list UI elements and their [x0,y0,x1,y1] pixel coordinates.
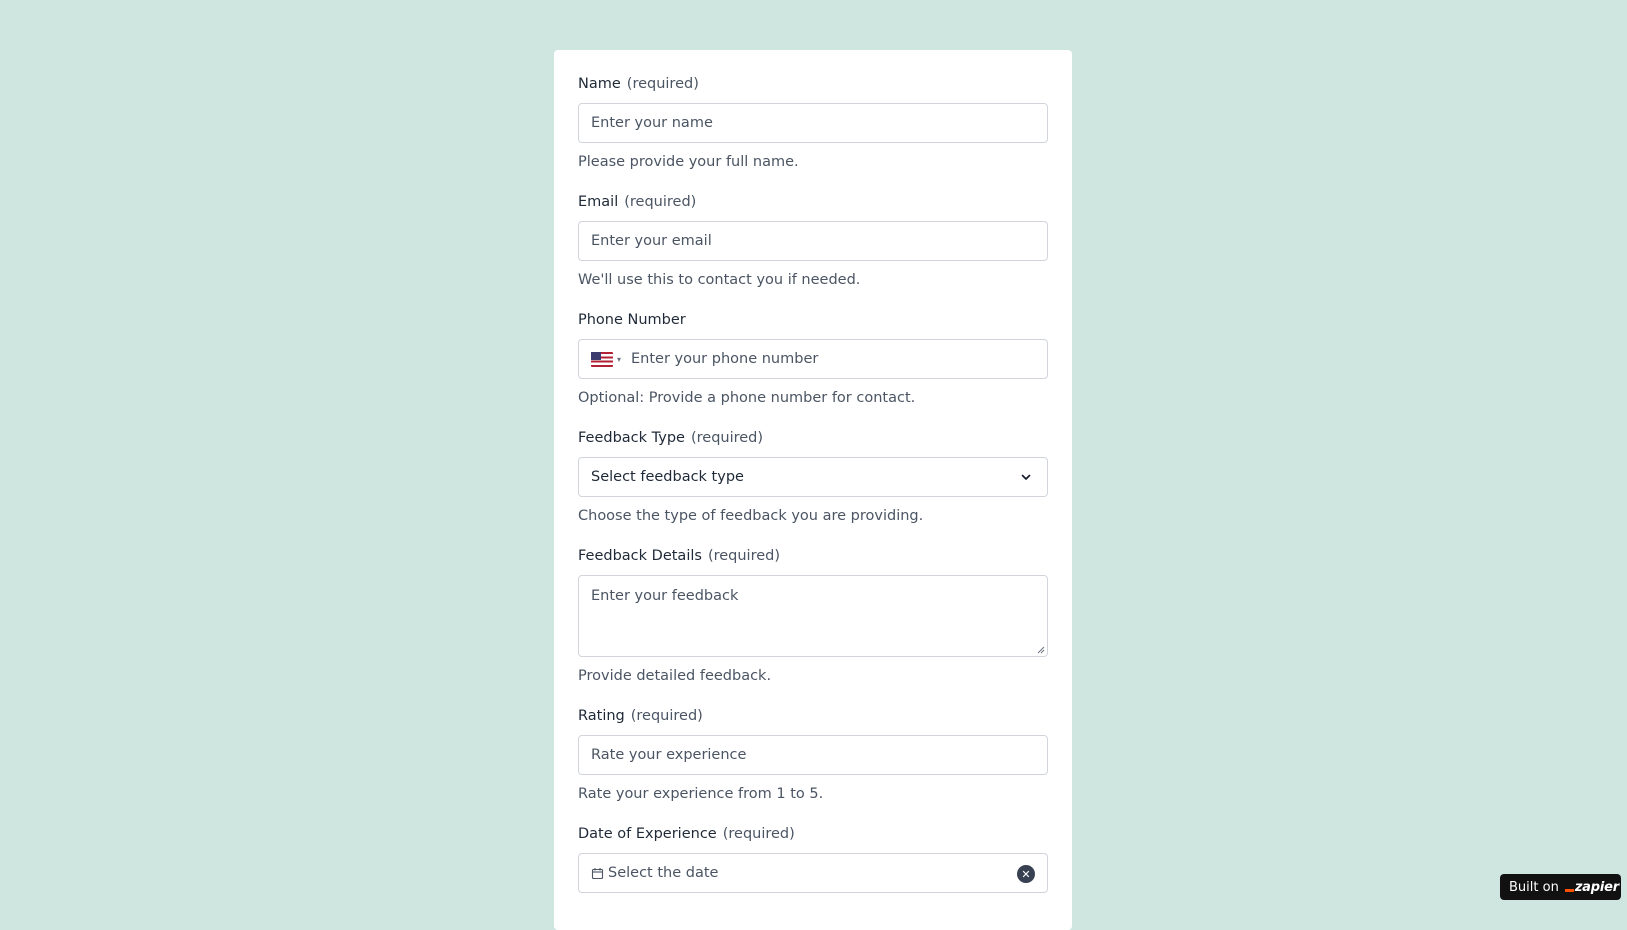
chevron-down-icon [1021,474,1031,480]
phone-help: Optional: Provide a phone number for con… [578,390,916,406]
name-label: Name [578,76,621,92]
date-label: Date of Experience [578,826,717,842]
rating-label-row: Rating (required) [578,706,1048,726]
feedback-type-select[interactable]: Select feedback type [578,457,1048,497]
name-label-row: Name (required) [578,74,1048,94]
resize-handle-icon[interactable] [1036,645,1045,654]
feedback-form: Name (required) Enter your name Please pr… [554,50,1072,930]
email-label: Email [578,194,619,210]
required-tag: (required) [624,194,697,210]
required-tag: (required) [630,708,703,724]
required-tag: (required) [707,548,781,564]
built-on-zapier-badge[interactable]: Built on zapier [1500,874,1621,900]
name-help: Please provide your full name. [578,154,799,170]
date-field: Date of Experience (required) Select the … [578,824,1048,893]
rating-input[interactable]: Rate your experience [578,735,1048,775]
email-field: Email (required) Enter your email We'll u… [578,192,1048,290]
feedback-type-help: Choose the type of feedback you are prov… [578,508,924,524]
required-tag: (required) [690,430,764,446]
rating-placeholder: Rate your experience [591,747,747,763]
date-input[interactable]: Select the date ✕ [578,853,1048,893]
feedback-details-label-row: Feedback Details (required) [578,546,1048,566]
feedback-details-textarea[interactable]: Enter your feedback [578,575,1048,657]
name-input[interactable]: Enter your name [578,103,1048,143]
phone-input[interactable]: ▾ Enter your phone number [578,339,1048,379]
name-placeholder: Enter your name [591,115,713,131]
feedback-type-field: Feedback Type (required) Select feedback … [578,428,1048,526]
us-flag-icon[interactable] [591,351,613,367]
feedback-details-placeholder: Enter your feedback [591,588,739,604]
email-input[interactable]: Enter your email [578,221,1048,261]
phone-placeholder: Enter your phone number [631,351,819,367]
country-caret-icon[interactable]: ▾ [617,355,621,364]
badge-prefix: Built on [1509,879,1559,895]
email-label-row: Email (required) [578,192,1048,212]
name-field: Name (required) Enter your name Please pr… [578,74,1048,172]
rating-field: Rating (required) Rate your experience Ra… [578,706,1048,804]
email-placeholder: Enter your email [591,233,712,249]
feedback-details-help: Provide detailed feedback. [578,668,772,684]
rating-label: Rating [578,708,625,724]
required-tag: (required) [722,826,795,842]
phone-label-row: Phone Number [578,310,1048,330]
phone-field: Phone Number ▾ Enter your phone number O… [578,310,1048,408]
rating-help: Rate your experience from 1 to 5. [578,786,824,802]
feedback-details-field: Feedback Details (required) Enter your fe… [578,546,1048,686]
date-label-row: Date of Experience (required) [578,824,1048,844]
feedback-type-label: Feedback Type [578,430,685,446]
calendar-icon [591,867,604,879]
feedback-details-label: Feedback Details [578,548,702,564]
zapier-logo-icon [1564,888,1574,892]
email-help: We'll use this to contact you if needed. [578,272,861,288]
phone-label: Phone Number [578,312,686,328]
required-tag: (required) [626,76,699,92]
date-placeholder: Select the date [608,865,719,881]
feedback-type-selected: Select feedback type [591,469,744,485]
feedback-type-label-row: Feedback Type (required) [578,428,1048,448]
clear-date-icon[interactable]: ✕ [1017,865,1035,883]
badge-brand: zapier [1574,879,1619,895]
